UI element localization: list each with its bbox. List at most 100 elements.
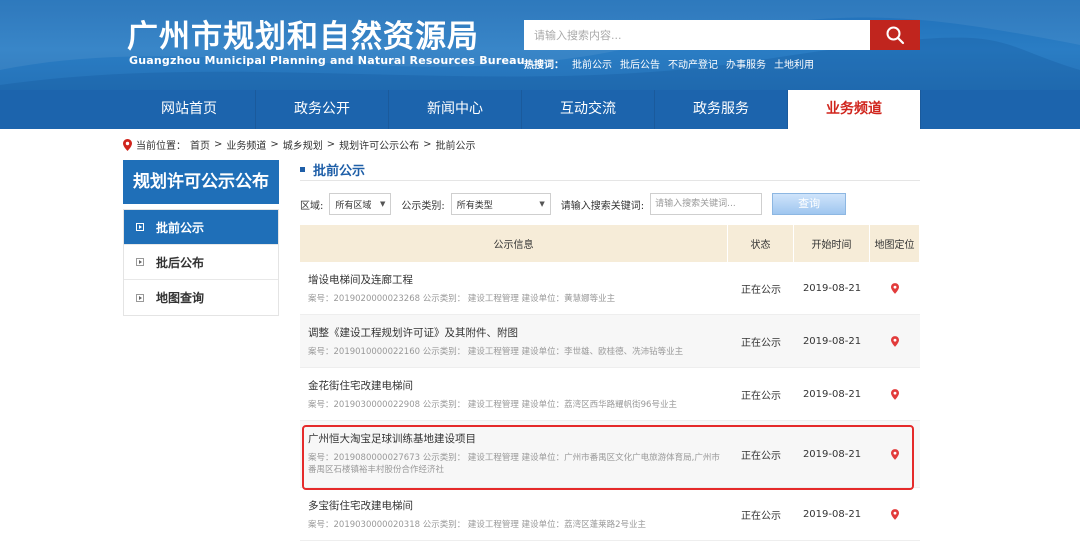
- sidebar-item-pre-approval[interactable]: 批前公示: [124, 210, 278, 245]
- table-row: 增设电梯间及连廊工程 案号：2019020000023268 公示类别： 建设工…: [300, 262, 920, 315]
- type-label: 公示类别:: [401, 200, 445, 212]
- hotword-link[interactable]: 批后公告: [620, 56, 660, 71]
- nav-item-business-channel[interactable]: 业务频道: [788, 90, 921, 129]
- breadcrumb-separator: >: [270, 139, 279, 150]
- map-locate-button[interactable]: [870, 368, 920, 420]
- breadcrumb-current: 批前公示: [435, 141, 476, 152]
- row-info: 多宝街住宅改建电梯间 案号：2019030000020318 公示类别： 建设工…: [300, 488, 728, 540]
- row-detail: 案号：2019080000027673 公示类别： 建设工程管理 建设单位：广州…: [308, 453, 720, 475]
- row-info: 广州恒大淘宝足球训练基地建设项目 案号：2019080000027673 公示类…: [300, 421, 728, 487]
- row-info: 金花街住宅改建电梯间 案号：2019030000022908 公示类别： 建设工…: [300, 368, 728, 420]
- row-status: 正在公示: [741, 390, 781, 402]
- map-locate-button[interactable]: [870, 488, 920, 540]
- site-subtitle: Guangzhou Municipal Planning and Natural…: [129, 54, 525, 67]
- row-info: 增设电梯间及连廊工程 案号：2019020000023268 公示类别： 建设工…: [300, 262, 728, 314]
- row-date: 2019-08-21: [802, 388, 862, 400]
- nav-item-interaction[interactable]: 互动交流: [522, 90, 655, 129]
- sidebar-item-map-query[interactable]: 地图查询: [124, 280, 278, 315]
- row-date: 2019-08-21: [802, 448, 862, 460]
- sidebar-item-label: 地图查询: [156, 291, 205, 305]
- dropdown-arrow-icon: ▼: [379, 200, 386, 208]
- sidebar-item-post-approval[interactable]: 批后公布: [124, 245, 278, 280]
- section-title-text: 批前公示: [313, 164, 366, 179]
- hotword-link[interactable]: 批前公示: [572, 56, 612, 71]
- breadcrumb-separator: >: [214, 139, 223, 150]
- square-bullet-icon: [300, 167, 305, 172]
- sidebar-menu: 批前公示 批后公布 地图查询: [123, 209, 279, 316]
- row-status: 正在公示: [741, 450, 781, 462]
- breadcrumb-separator: >: [326, 139, 336, 150]
- main-nav: 网站首页 政务公开 新闻中心 互动交流 政务服务 业务频道: [0, 90, 1080, 129]
- breadcrumb-link-business[interactable]: 业务频道: [226, 137, 266, 152]
- table-row: 多宝街住宅改建电梯间 案号：2019030000020318 公示类别： 建设工…: [300, 488, 920, 541]
- map-pin-icon: [891, 335, 899, 347]
- row-detail: 案号：2019010000022160 公示类别： 建设工程管理 建设单位：李世…: [308, 347, 684, 357]
- row-status: 正在公示: [741, 337, 781, 349]
- column-header-start-date: 开始时间: [794, 225, 870, 262]
- table-row: 调整《建设工程规划许可证》及其附件、附图 案号：2019010000022160…: [300, 315, 920, 368]
- row-title-link[interactable]: 增设电梯间及连廊工程: [308, 272, 720, 287]
- row-date: 2019-08-21: [802, 282, 862, 294]
- search-button[interactable]: [870, 20, 920, 50]
- section-title: 批前公示: [300, 160, 365, 179]
- column-header-map: 地图定位: [870, 225, 920, 262]
- sidebar-item-label: 批后公布: [156, 255, 205, 270]
- filter-bar: 区域: 所有区域 ▼ 公示类别: 所有类型 ▼ 请输入搜索关键词: 查询: [300, 193, 847, 215]
- section-divider: [300, 180, 920, 181]
- type-select[interactable]: 所有类型 ▼: [450, 193, 551, 215]
- nav-item-news-center[interactable]: 新闻中心: [389, 90, 522, 129]
- row-detail: 案号：2019020000023268 公示类别： 建设工程管理 建设单位：黄慧…: [308, 294, 616, 304]
- hot-search-words: 热搜词： 批前公示 批后公告 不动产登记 办事服务 土地利用: [524, 56, 814, 71]
- dropdown-arrow-icon: ▼: [539, 200, 545, 208]
- table-row: 广州恒大淘宝足球训练基地建设项目 案号：2019080000027673 公示类…: [300, 421, 920, 488]
- map-pin-icon: [891, 508, 899, 520]
- breadcrumb-link-home[interactable]: 首页: [190, 137, 210, 152]
- breadcrumb: 当前位置： 首页 > 业务频道 > 城乡规划 > 规划许可公示公布 > 批前公示: [123, 137, 476, 152]
- nav-item-government-affairs[interactable]: 政务公开: [256, 90, 389, 129]
- keyword-label: 请输入搜索关键词:: [560, 200, 645, 212]
- row-date: 2019-08-21: [802, 508, 862, 520]
- breadcrumb-label: 当前位置：: [136, 141, 186, 152]
- table-header: 公示信息 状态 开始时间 地图定位: [300, 225, 920, 262]
- hotword-link[interactable]: 土地利用: [774, 56, 814, 71]
- query-button[interactable]: 查询: [772, 193, 847, 215]
- map-pin-icon: [891, 388, 899, 400]
- arrow-bullet-icon: [136, 258, 144, 266]
- breadcrumb-separator: >: [423, 139, 432, 150]
- row-info: 调整《建设工程规划许可证》及其附件、附图 案号：2019010000022160…: [300, 315, 728, 367]
- breadcrumb-link-planning-permits[interactable]: 规划许可公示公布: [339, 137, 419, 152]
- row-title-link[interactable]: 金花街住宅改建电梯间: [308, 378, 720, 393]
- hotwords-label: 热搜词：: [524, 60, 564, 71]
- search-icon: [886, 26, 905, 45]
- location-pin-icon: [123, 138, 132, 151]
- row-title-link[interactable]: 广州恒大淘宝足球训练基地建设项目: [308, 431, 720, 446]
- hotword-link[interactable]: 办事服务: [726, 56, 766, 71]
- row-detail: 案号：2019030000020318 公示类别： 建设工程管理 建设单位：荔湾…: [308, 520, 647, 530]
- map-locate-button[interactable]: [870, 262, 920, 314]
- nav-item-home[interactable]: 网站首页: [123, 90, 256, 129]
- keyword-input[interactable]: [650, 193, 763, 215]
- table-row: 金花街住宅改建电梯间 案号：2019030000022908 公示类别： 建设工…: [300, 368, 920, 421]
- site-header: 广州市规划和自然资源局 Guangzhou Municipal Planning…: [0, 0, 1080, 90]
- map-locate-button[interactable]: [870, 421, 920, 487]
- column-header-info: 公示信息: [300, 225, 728, 262]
- arrow-bullet-icon: [136, 293, 144, 302]
- region-label: 区域:: [300, 200, 324, 212]
- row-title-link[interactable]: 调整《建设工程规划许可证》及其附件、附图: [308, 325, 720, 340]
- site-title[interactable]: 广州市规划和自然资源局: [127, 18, 479, 56]
- row-title-link[interactable]: 多宝街住宅改建电梯间: [308, 498, 720, 513]
- map-pin-icon: [891, 448, 899, 460]
- announcement-table: 公示信息 状态 开始时间 地图定位 增设电梯间及连廊工程 案号：20190200…: [300, 225, 920, 541]
- search-input[interactable]: [524, 20, 870, 50]
- row-status: 正在公示: [741, 284, 781, 296]
- hotword-link[interactable]: 不动产登记: [668, 56, 718, 71]
- sidebar-title: 规划许可公示公布: [123, 160, 279, 204]
- arrow-bullet-icon: [136, 223, 144, 231]
- row-status: 正在公示: [741, 510, 781, 522]
- map-locate-button[interactable]: [870, 315, 920, 367]
- breadcrumb-link-urban-planning[interactable]: 城乡规划: [283, 137, 323, 152]
- region-select[interactable]: 所有区域 ▼: [329, 193, 392, 215]
- nav-item-government-services[interactable]: 政务服务: [655, 90, 788, 129]
- region-select-value: 所有区域: [335, 200, 372, 211]
- sidebar-item-label: 批前公示: [156, 220, 205, 235]
